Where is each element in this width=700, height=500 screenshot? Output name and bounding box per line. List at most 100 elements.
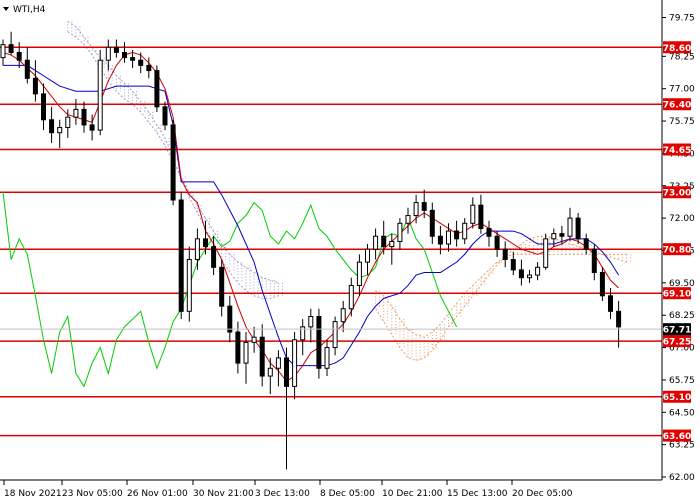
candle-body-bear: [170, 124, 176, 201]
candle-body-bear: [41, 93, 46, 121]
candle-body-bull: [97, 59, 103, 131]
candle-body-bull: [275, 357, 281, 369]
candle-body-bear: [81, 108, 87, 126]
x-tick-label: 8 Dec 05:00: [320, 489, 375, 499]
candle-body-bull: [65, 116, 71, 129]
candle-body-bear: [454, 230, 460, 240]
candle-body-bull: [267, 367, 273, 377]
chart-window: 79.7578.2577.0075.7574.5073.2572.0070.75…: [0, 0, 700, 500]
candle-body-bull: [57, 127, 63, 134]
level-label: 65.10: [663, 393, 691, 403]
current-price-label: 67.71: [663, 323, 691, 336]
y-tick-label: 68.25: [669, 311, 695, 321]
candle-body-bear: [219, 266, 225, 307]
level-label: 67.25: [663, 338, 691, 348]
level-label: 74.65: [663, 146, 691, 156]
candle-body-bear: [89, 124, 95, 131]
candle-body-bull: [470, 204, 476, 224]
x-tick-label: 20 Dec 05:00: [512, 489, 573, 499]
level-label: 69.10: [663, 290, 691, 300]
candle-body-bear: [122, 51, 127, 59]
candle-body-bear: [259, 336, 265, 377]
candle-body-bull: [567, 217, 573, 237]
candle-body-bull: [365, 248, 370, 263]
candle: [316, 308, 322, 379]
candle-body-bull: [0, 44, 6, 59]
candle-body-bull: [348, 284, 354, 310]
candle-body-bull: [194, 238, 200, 261]
candle-body-bull: [397, 222, 403, 242]
candle: [97, 49, 103, 136]
candle-body-bull: [462, 222, 468, 240]
candle-body-bull: [535, 266, 541, 276]
x-tick-label: 30 Nov 21:00: [193, 489, 254, 499]
candle-body-bear: [478, 204, 484, 229]
candle-body-bull: [551, 233, 557, 240]
candle: [599, 267, 605, 301]
candle-body-bear: [429, 209, 435, 237]
y-tick-label: 64.50: [669, 408, 695, 418]
x-tick-label: 10 Dec 21:00: [382, 489, 443, 499]
candle-body-bear: [518, 269, 524, 279]
candle-body-bear: [494, 235, 500, 250]
candle: [170, 119, 176, 206]
y-tick-label: 77.00: [669, 85, 695, 95]
candle-body-bull: [243, 341, 249, 364]
candle-body-bear: [138, 59, 144, 66]
candle-body-bull: [446, 230, 451, 245]
candle-body-bull: [73, 108, 79, 118]
candle-body-bull: [356, 261, 362, 286]
candle-body-bull: [373, 235, 379, 250]
level-label: 73.00: [663, 189, 691, 199]
candle-body-bull: [413, 202, 419, 217]
candle-body-bear: [599, 271, 605, 297]
candle-body-bull: [340, 308, 346, 323]
candle-body-bear: [211, 246, 217, 268]
candle: [178, 192, 184, 320]
candle-body-bear: [130, 57, 136, 61]
y-tick-label: 79.75: [669, 14, 695, 24]
candle-body-bear: [146, 64, 152, 72]
candle-body-bull: [527, 274, 532, 279]
level-label: 78.60: [663, 44, 691, 54]
level-label: 63.60: [663, 432, 691, 442]
candle-body-bear: [316, 315, 322, 369]
candle-body-bear: [486, 227, 492, 237]
candle-body-bull: [332, 321, 338, 349]
candle-body-bull: [308, 315, 314, 328]
candle-body-bear: [583, 238, 589, 250]
candle-body-bull: [186, 259, 192, 312]
candle-body-bear: [178, 199, 184, 312]
candle-body-bear: [381, 235, 387, 248]
candle-body-bear: [502, 248, 508, 261]
candle-body-bear: [32, 77, 38, 95]
candle-body-bear: [575, 217, 581, 240]
candle-body-bear: [559, 233, 565, 237]
candle-body-bear: [227, 305, 233, 333]
candle-body-bull: [292, 339, 298, 387]
candle-body-bear: [24, 59, 30, 79]
x-tick-label: 3 Dec 13:00: [255, 489, 310, 499]
candle-body-bear: [608, 295, 613, 312]
current-price-text: 67.71: [663, 326, 691, 336]
price-chart[interactable]: 79.7578.2577.0075.7574.5073.2572.0070.75…: [0, 0, 700, 500]
y-tick-label: 63.25: [669, 441, 695, 451]
candle-body-bear: [616, 310, 622, 328]
candle-body-bull: [543, 238, 549, 268]
candle-body-bear: [437, 235, 443, 245]
y-tick-label: 65.75: [669, 376, 695, 386]
candle-body-bull: [251, 336, 257, 343]
y-tick-label: 62.00: [669, 473, 695, 483]
symbol-label: WTI,H4: [13, 5, 46, 15]
candle-body-bear: [203, 238, 208, 248]
y-tick-label: 75.75: [669, 117, 695, 127]
candle-body-bear: [162, 106, 168, 126]
candle-body-bear: [8, 44, 14, 53]
candle-body-bear: [154, 70, 160, 108]
candle-body-bull: [324, 347, 330, 369]
candle-body-bear: [421, 202, 427, 211]
y-tick-label: 72.00: [669, 214, 695, 224]
x-tick-label: 26 Nov 01:00: [127, 489, 188, 499]
candle-body-bear: [235, 331, 241, 364]
y-tick-label: 78.25: [669, 52, 695, 62]
